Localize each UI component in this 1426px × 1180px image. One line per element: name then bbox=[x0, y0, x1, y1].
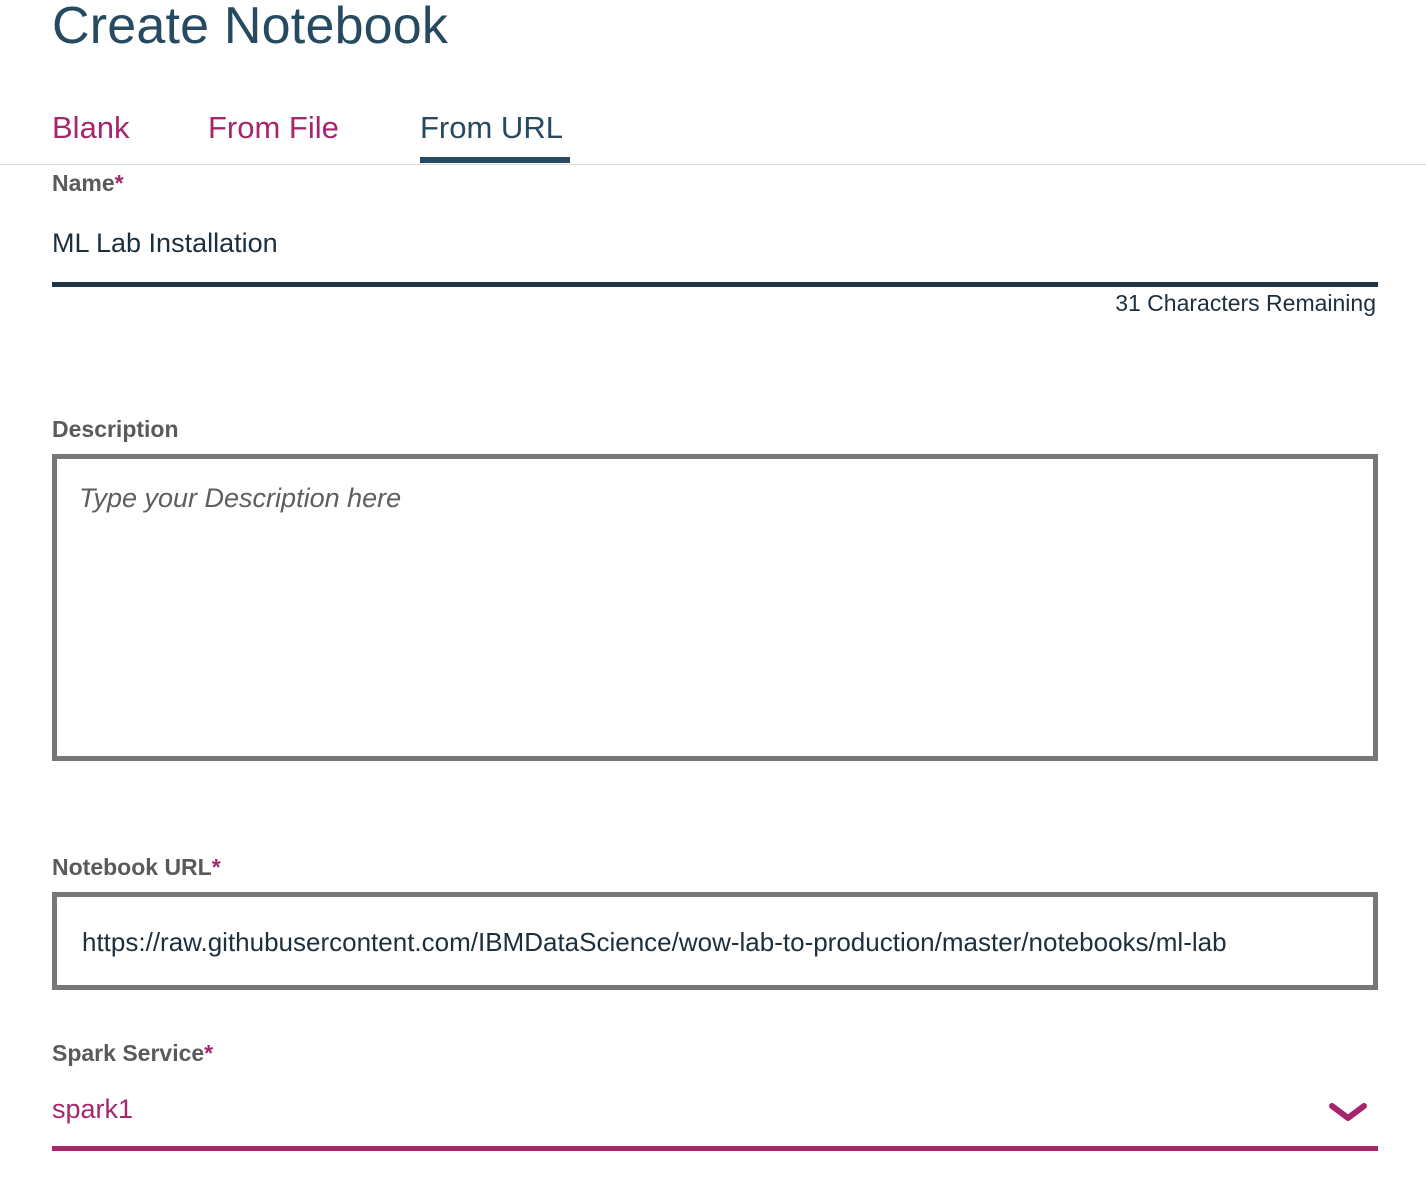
name-character-counter: 31 Characters Remaining bbox=[1115, 290, 1376, 316]
tab-from-file[interactable]: From File bbox=[208, 108, 339, 148]
active-tab-indicator bbox=[420, 157, 570, 163]
tab-blank[interactable]: Blank bbox=[52, 108, 130, 148]
description-textarea[interactable]: Type your Description here bbox=[52, 454, 1378, 761]
notebook-url-required-mark: * bbox=[211, 854, 221, 880]
description-label: Description bbox=[52, 416, 179, 443]
spark-service-label: Spark Service* bbox=[52, 1040, 213, 1067]
chevron-down-icon[interactable] bbox=[1328, 1098, 1368, 1126]
description-label-text: Description bbox=[52, 416, 179, 442]
spark-service-select[interactable]: spark1 bbox=[52, 1094, 133, 1125]
name-label: Name* bbox=[52, 170, 124, 197]
tab-from-url[interactable]: From URL bbox=[420, 108, 563, 148]
notebook-url-label-text: Notebook URL bbox=[52, 854, 212, 880]
spark-service-label-text: Spark Service bbox=[52, 1040, 205, 1066]
name-required-mark: * bbox=[114, 170, 124, 196]
page-title: Create Notebook bbox=[52, 0, 449, 55]
name-field[interactable]: ML Lab Installation bbox=[52, 228, 278, 259]
name-field-underline bbox=[52, 282, 1378, 287]
spark-service-required-mark: * bbox=[204, 1040, 214, 1066]
notebook-url-input[interactable]: https://raw.githubusercontent.com/IBMDat… bbox=[52, 892, 1378, 990]
notebook-url-value: https://raw.githubusercontent.com/IBMDat… bbox=[82, 927, 1227, 957]
name-label-text: Name bbox=[52, 170, 115, 196]
tab-bar: Blank From File From URL bbox=[0, 100, 1426, 165]
description-placeholder: Type your Description here bbox=[79, 483, 402, 513]
spark-service-underline bbox=[52, 1146, 1378, 1151]
notebook-url-label: Notebook URL* bbox=[52, 854, 221, 881]
